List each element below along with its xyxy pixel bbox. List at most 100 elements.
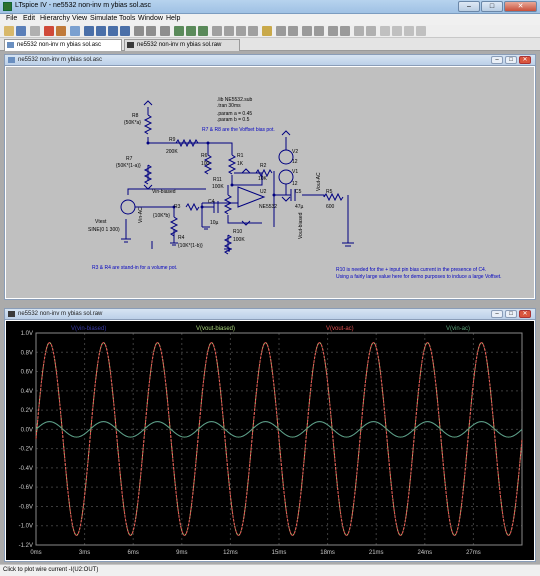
move-icon[interactable]: [276, 26, 286, 36]
tab-waveform[interactable]: ne5532 non-inv m ybias sol.raw: [124, 39, 240, 51]
toolbar: [0, 25, 540, 38]
y-tick-label: -0.6V: [19, 485, 33, 491]
schematic-minimize-button[interactable]: –: [491, 56, 503, 64]
save-icon[interactable]: [16, 26, 26, 36]
r8-value: {50K*a}: [124, 120, 141, 126]
tab-waveform-label: ne5532 non-inv m ybias sol.raw: [137, 42, 222, 48]
redo-icon[interactable]: [314, 26, 324, 36]
u2-name: U2: [260, 189, 267, 195]
waveform-window-titlebar: ne5532 non-inv m ybias sol.raw – □ ✕: [5, 309, 535, 320]
schematic-window: ne5532 non-inv m ybias sol.asc – □ ✕ .li…: [4, 54, 536, 300]
r1-value: 1K: [237, 161, 244, 167]
v1-value: 12: [292, 181, 298, 187]
maximize-button[interactable]: □: [481, 1, 503, 12]
legend-entry: V(vout-ac): [326, 326, 354, 332]
close-button[interactable]: ✕: [504, 1, 537, 12]
menu-window[interactable]: Window: [138, 15, 163, 22]
zoom-in-icon[interactable]: [84, 26, 94, 36]
rotate-icon[interactable]: [328, 26, 338, 36]
tile-icon[interactable]: [134, 26, 144, 36]
r4-value: {10K*(1-b)}: [178, 243, 203, 249]
status-bar: Click to plot wire current -I(U2:OUT): [0, 564, 540, 576]
r6-name: R6: [201, 153, 208, 159]
menu-simulate[interactable]: Simulate: [90, 15, 117, 22]
y-tick-label: -1.2V: [19, 543, 33, 549]
halt-icon[interactable]: [56, 26, 66, 36]
text-icon[interactable]: [354, 26, 364, 36]
c5-value: 47µ: [295, 204, 304, 210]
r8-name: R8: [132, 113, 139, 119]
menu-file[interactable]: File: [6, 15, 17, 22]
zoom-pan-icon[interactable]: [96, 26, 106, 36]
waveform-window: ne5532 non-inv m ybias sol.raw – □ ✕ 1.0…: [4, 308, 536, 562]
r1-name: R1: [237, 153, 244, 159]
y-tick-label: -1.0V: [19, 524, 33, 530]
legend-entry: V(vout-biased): [196, 326, 235, 332]
copy-icon[interactable]: [404, 26, 414, 36]
net-label-vout-ac[interactable]: Vout-AC: [316, 172, 322, 191]
r3-value: {10K*b}: [153, 213, 170, 219]
open-icon[interactable]: [4, 26, 14, 36]
r5-value: 600: [326, 204, 335, 210]
inductor-icon[interactable]: [236, 26, 246, 36]
waveform-close-button[interactable]: ✕: [519, 310, 531, 318]
directive-param-b[interactable]: .param b = 0.5: [217, 117, 250, 123]
resistor-icon[interactable]: [212, 26, 222, 36]
r7-value: {50K*(1-a)}: [116, 163, 141, 169]
comment-volume-pot: R3 & R4 are stand-in for a volume pot.: [92, 265, 177, 271]
net-label-vin-biased[interactable]: Vin-biased: [152, 189, 176, 195]
menu-edit[interactable]: Edit: [23, 15, 35, 22]
spice-directive-icon[interactable]: [366, 26, 376, 36]
minimize-button[interactable]: –: [458, 1, 480, 12]
mirror-icon[interactable]: [340, 26, 350, 36]
directive-tran[interactable]: .tran 30ms: [217, 103, 241, 109]
net-label-vout-biased[interactable]: Vout-biased: [298, 212, 304, 239]
label-net-icon[interactable]: [198, 26, 208, 36]
menu-tools[interactable]: Tools: [119, 15, 135, 22]
r9-name: R9: [169, 137, 176, 143]
schematic-canvas[interactable]: .lib NE5532.sub .tran 30ms .param a = 0.…: [6, 67, 534, 298]
control-panel-icon[interactable]: [30, 26, 40, 36]
schematic-maximize-button[interactable]: □: [505, 56, 517, 64]
r9-value: 200K: [166, 149, 178, 155]
autoscale-icon[interactable]: [70, 26, 80, 36]
document-tabs: ne5532 non-inv m ybias sol.asc ne5532 no…: [0, 38, 540, 51]
wire-icon[interactable]: [174, 26, 184, 36]
menu-hierarchy[interactable]: Hierarchy: [40, 15, 70, 22]
waveform-svg[interactable]: 1.0V 0.8V 0.6V 0.4V 0.2V 0.0V -0.2V -0.4V -0.6V -…: [6, 321, 534, 561]
waveform-file-icon: [8, 311, 15, 317]
net-label-vin-ac[interactable]: Vin-AC: [138, 207, 144, 223]
cascade-icon[interactable]: [146, 26, 156, 36]
comment-r10-line1: R10 is needed for the + input pin bias c…: [336, 267, 486, 273]
v1-name: V1: [292, 169, 298, 175]
waveform-maximize-button[interactable]: □: [505, 310, 517, 318]
undo-icon[interactable]: [302, 26, 312, 36]
cut-icon[interactable]: [392, 26, 402, 36]
r3-name: R3: [174, 204, 181, 210]
zoom-fit-icon[interactable]: [120, 26, 130, 36]
r11-name: R11: [213, 177, 222, 183]
component-icon[interactable]: [262, 26, 272, 36]
tab-schematic[interactable]: ne5532 non-inv m ybias sol.asc: [4, 39, 122, 51]
find-icon[interactable]: [380, 26, 390, 36]
drag-icon[interactable]: [288, 26, 298, 36]
ground-icon[interactable]: [186, 26, 196, 36]
waveform-plot-area[interactable]: 1.0V 0.8V 0.6V 0.4V 0.2V 0.0V -0.2V -0.4V -0.6V -…: [6, 321, 534, 560]
diode-icon[interactable]: [248, 26, 258, 36]
menu-view[interactable]: View: [72, 15, 87, 22]
v2-name: V2: [292, 149, 298, 155]
schematic-window-titlebar: ne5532 non-inv m ybias sol.asc – □ ✕: [5, 55, 535, 66]
y-tick-label: -0.2V: [19, 447, 33, 453]
x-tick-label: 12ms: [223, 550, 238, 556]
c4-value: 10µ: [210, 220, 219, 226]
vtest-value: SINE(0 1 300): [88, 227, 120, 233]
print-icon[interactable]: [416, 26, 426, 36]
run-icon[interactable]: [44, 26, 54, 36]
waveform-minimize-button[interactable]: –: [491, 310, 503, 318]
zoom-out-icon[interactable]: [108, 26, 118, 36]
schematic-close-button[interactable]: ✕: [519, 56, 531, 64]
menu-help[interactable]: Help: [166, 15, 180, 22]
close-window-icon[interactable]: [160, 26, 170, 36]
capacitor-icon[interactable]: [224, 26, 234, 36]
y-tick-label: -0.8V: [19, 504, 33, 510]
